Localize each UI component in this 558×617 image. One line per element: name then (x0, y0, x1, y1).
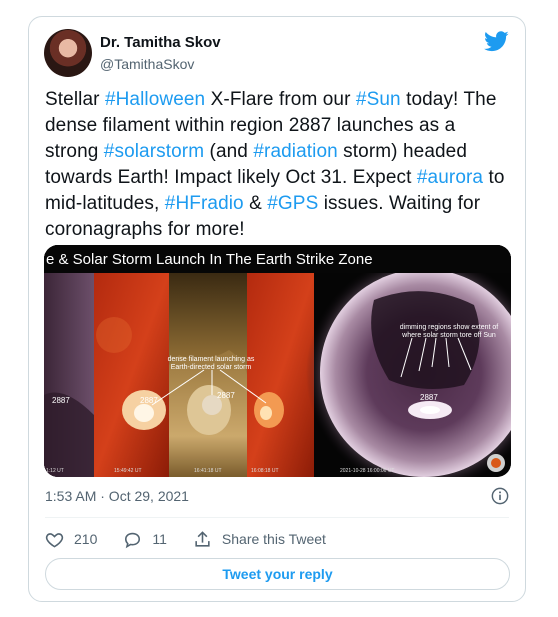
like-button[interactable]: 210 (45, 530, 97, 549)
author-handle[interactable]: @TamithaSkov (100, 55, 221, 73)
share-label: Share this Tweet (221, 531, 326, 547)
tweet-text: Stellar #Halloween X-Flare from our #Sun… (45, 87, 513, 243)
panel-time-1: 1:12 UT (46, 468, 64, 474)
sdo-logo-icon (487, 454, 505, 472)
author-block[interactable]: Dr. Tamitha Skov @TamithaSkov (100, 33, 221, 73)
region-label-panel3: 2887 (217, 391, 235, 400)
hashtag-link[interactable]: #GPS (267, 193, 318, 214)
region-label-panel5: 2887 (420, 393, 438, 402)
media-banner: e & Solar Storm Launch In The Earth Stri… (46, 251, 373, 268)
annotation-dimming-line1: dimming regions show extent of (400, 324, 498, 331)
hashtag-link[interactable]: #Halloween (105, 89, 205, 110)
panel-time-5: 2021-10-28 16:00:06 UT (340, 468, 394, 474)
tweet-text-segment: (and (204, 141, 254, 162)
reply-button[interactable]: 11 (123, 530, 167, 549)
hashtag-link[interactable]: #HFradio (165, 193, 244, 214)
hashtag-link[interactable]: #radiation (253, 141, 337, 162)
action-bar: 210 11 Share this Tweet (45, 529, 352, 549)
solar-image: e & Solar Storm Launch In The Earth Stri… (44, 245, 511, 477)
divider (45, 517, 509, 518)
tweet-card: Dr. Tamitha Skov @TamithaSkov Stellar #H… (28, 16, 526, 602)
tweet-your-reply-button[interactable]: Tweet your reply (45, 558, 510, 590)
like-count: 210 (74, 531, 98, 547)
tweet-timestamp[interactable]: 1:53 AM · Oct 29, 2021 (45, 488, 189, 504)
info-icon[interactable] (491, 487, 509, 505)
panel-time-4: 16:08:18 UT (251, 468, 279, 474)
share-button[interactable]: Share this Tweet (193, 530, 326, 549)
hashtag-link[interactable]: #solarstorm (104, 141, 204, 162)
tweet-media-image[interactable]: e & Solar Storm Launch In The Earth Stri… (44, 245, 511, 477)
hashtag-link[interactable]: #Sun (356, 89, 401, 110)
region-label-panel1: 2887 (52, 396, 70, 405)
annotation-dimming-line2: where solar storm tore off Sun (401, 332, 496, 339)
panel-time-3: 16:41:18 UT (194, 468, 222, 474)
twitter-bird-icon[interactable] (484, 31, 509, 52)
hashtag-link[interactable]: #aurora (417, 167, 483, 188)
annotation-filament-line1: dense filament launching as (168, 356, 255, 363)
heart-icon (45, 532, 64, 548)
region-label-panel2: 2887 (140, 396, 158, 405)
author-name[interactable]: Dr. Tamitha Skov (100, 33, 221, 52)
tweet-text-segment: Stellar (45, 89, 105, 110)
panel-time-2: 15:49:42 UT (114, 468, 142, 474)
tweet-text-segment: & (243, 193, 268, 214)
avatar[interactable] (44, 29, 92, 77)
share-icon (195, 530, 210, 547)
annotation-filament-line2: Earth-directed solar storm (171, 364, 252, 371)
reply-count: 11 (152, 531, 167, 547)
tweet-text-segment: X-Flare from our (205, 89, 356, 110)
reply-bubble-icon (125, 532, 141, 548)
